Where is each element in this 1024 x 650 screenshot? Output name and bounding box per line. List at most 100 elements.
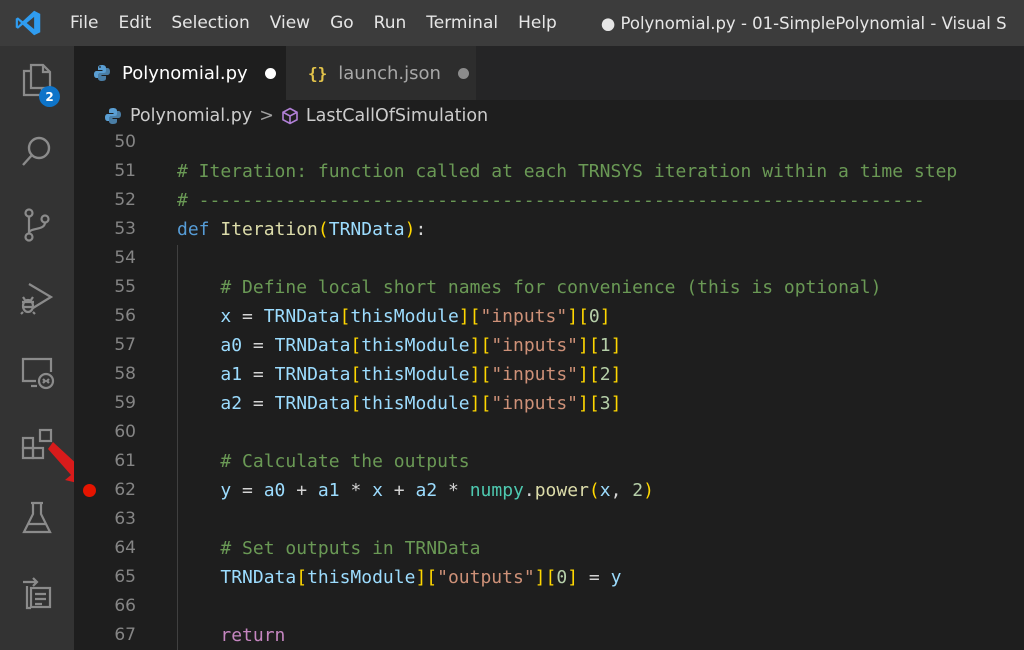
code-token: y — [220, 480, 232, 501]
breadcrumb: Polynomial.py > LastCallOfSimulation — [74, 100, 1024, 132]
code-text: x = TRNData[thisModule]["inputs"][0] — [177, 302, 611, 331]
code-token: = — [231, 480, 264, 501]
code-token: ) — [643, 480, 654, 501]
code-token: ] — [599, 306, 611, 327]
tab-polynomial-py[interactable]: Polynomial.py — [74, 46, 286, 100]
tab-launch-json[interactable]: {} launch.json — [286, 46, 476, 100]
code-token: # Iteration: function called at each TRN… — [177, 161, 958, 182]
code-line[interactable]: 59 a2 = TRNData[thisModule]["inputs"][3] — [74, 389, 1024, 418]
code-line[interactable]: 61 # Calculate the outputs — [74, 447, 1024, 476]
code-token: [ — [469, 306, 481, 327]
code-token: x — [220, 306, 232, 327]
code-line[interactable]: 55 # Define local short names for conven… — [74, 273, 1024, 302]
menu-selection[interactable]: Selection — [161, 0, 259, 46]
code-line[interactable]: 50 — [74, 132, 1024, 157]
code-token: # Calculate the outputs — [220, 451, 470, 472]
code-line[interactable]: 54 — [74, 244, 1024, 273]
code-line[interactable]: 65 TRNData[thisModule]["outputs"][0] = y — [74, 563, 1024, 592]
line-number: 58 — [114, 364, 136, 384]
code-token: # Set outputs in TRNData — [220, 538, 481, 559]
menu-go[interactable]: Go — [320, 0, 364, 46]
breadcrumb-symbol[interactable]: LastCallOfSimulation — [306, 106, 488, 126]
code-text: # Define local short names for convenien… — [177, 273, 881, 302]
code-token: a2 — [220, 393, 243, 414]
line-number: 67 — [114, 625, 136, 645]
code-token: 2 — [599, 364, 611, 385]
code-line[interactable]: 67 return — [74, 621, 1024, 650]
code-line[interactable]: 52 # ------------------------------------… — [74, 186, 1024, 215]
title-bar: File Edit Selection View Go Run Terminal… — [0, 0, 1024, 46]
code-editor[interactable]: 50 51 # Iteration: function called at each… — [74, 132, 1024, 650]
code-line[interactable]: 64 # Set outputs in TRNData — [74, 534, 1024, 563]
code-token: [ — [588, 393, 600, 414]
code-text: TRNData[thisModule]["outputs"][0] = y — [177, 563, 621, 592]
code-token: [ — [578, 306, 589, 327]
python-icon — [105, 108, 121, 124]
line-number: 62 — [114, 480, 136, 500]
code-token: TRNData — [274, 335, 351, 356]
search-icon[interactable] — [0, 122, 74, 182]
code-line[interactable]: 51 # Iteration: function called at each T… — [74, 157, 1024, 186]
code-line[interactable]: 66 — [74, 592, 1024, 621]
code-text: # Iteration: function called at each TRN… — [177, 157, 957, 186]
explorer-icon[interactable]: 2 — [0, 50, 74, 110]
code-token: TRNData — [274, 364, 351, 385]
tab-label: Polynomial.py — [122, 62, 248, 84]
code-line[interactable]: 60 — [74, 418, 1024, 447]
source-control-icon[interactable] — [0, 195, 74, 255]
menu-help[interactable]: Help — [508, 0, 567, 46]
breadcrumb-file[interactable]: Polynomial.py — [130, 106, 252, 126]
code-line[interactable]: 57 a0 = TRNData[thisModule]["inputs"][1] — [74, 331, 1024, 360]
line-number: 55 — [114, 277, 136, 297]
code-token: [ — [350, 364, 362, 385]
window-title: ● Polynomial.py - 01-SimplePolynomial - … — [600, 13, 1007, 33]
code-token: + — [382, 480, 416, 501]
menu-file[interactable]: File — [60, 0, 108, 46]
code-token: power — [534, 480, 589, 501]
line-number: 51 — [114, 161, 136, 181]
code-token: thisModule — [361, 335, 470, 356]
code-line[interactable]: 58 a1 = TRNData[thisModule]["inputs"][2] — [74, 360, 1024, 389]
code-text: # Calculate the outputs — [177, 447, 470, 476]
line-number: 59 — [114, 393, 136, 413]
menu-run[interactable]: Run — [364, 0, 417, 46]
unsaved-dot-icon[interactable] — [264, 67, 276, 79]
code-token: return — [220, 625, 286, 646]
code-token: def — [177, 219, 210, 240]
python-icon — [94, 65, 110, 81]
line-number: 65 — [114, 567, 136, 587]
code-token: = — [242, 393, 275, 414]
tasks-icon[interactable] — [0, 562, 74, 622]
menu-terminal[interactable]: Terminal — [416, 0, 508, 46]
code-token: [ — [426, 567, 438, 588]
code-token: ( — [317, 219, 329, 240]
run-debug-icon[interactable] — [0, 268, 74, 328]
code-token: ] — [567, 306, 579, 327]
line-number: 54 — [114, 248, 136, 268]
unsaved-dot-icon[interactable] — [457, 67, 469, 79]
code-token: thisModule — [350, 306, 459, 327]
code-token: thisModule — [307, 567, 416, 588]
code-token: * — [339, 480, 373, 501]
code-token: 1 — [599, 335, 611, 356]
code-line[interactable]: 63 — [74, 505, 1024, 534]
code-token: ] — [458, 306, 470, 327]
remote-explorer-icon[interactable] — [0, 342, 74, 402]
testing-icon[interactable] — [0, 488, 74, 548]
code-token: "inputs" — [491, 335, 579, 356]
code-text: a0 = TRNData[thisModule]["inputs"][1] — [177, 331, 621, 360]
code-line[interactable]: 56 x = TRNData[thisModule]["inputs"][0] — [74, 302, 1024, 331]
code-token: ] — [610, 335, 622, 356]
code-token: "outputs" — [437, 567, 535, 588]
code-line[interactable]: 62 y = a0 + a1 * x + a2 * numpy.power(x,… — [74, 476, 1024, 505]
code-token: ] — [578, 393, 589, 414]
menu-edit[interactable]: Edit — [108, 0, 161, 46]
code-line[interactable]: 53 def Iteration(TRNData): — [74, 215, 1024, 244]
menu-view[interactable]: View — [260, 0, 320, 46]
